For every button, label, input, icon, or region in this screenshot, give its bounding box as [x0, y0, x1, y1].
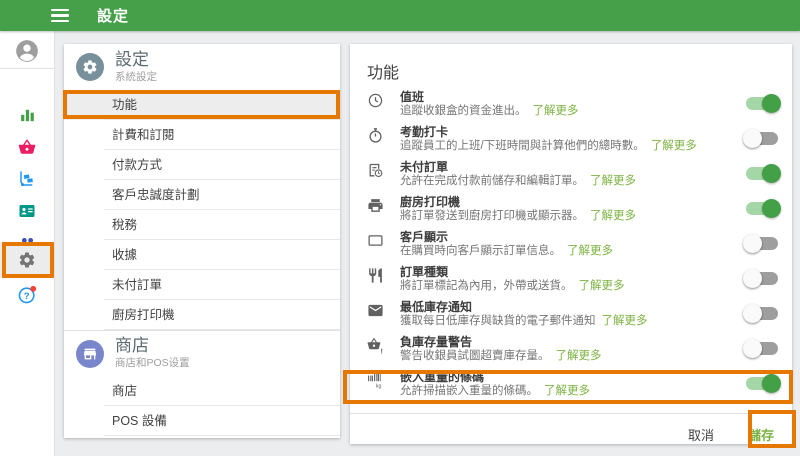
feature-desc: 獲取每日低庫存與缺貨的電子郵件通知	[400, 315, 596, 327]
basket-alert-icon: !	[367, 337, 387, 357]
cancel-button[interactable]: 取消	[686, 421, 716, 448]
menu-item-receipts[interactable]: 收據	[64, 240, 340, 270]
menu-item-pos-devices[interactable]: POS 設備	[64, 406, 340, 436]
menu-item-billing[interactable]: 計費和訂閱	[64, 120, 340, 150]
feature-title: 負庫存量警告	[400, 335, 736, 349]
learn-more-link[interactable]: 了解更多	[579, 280, 625, 292]
feature-toggle[interactable]	[746, 167, 778, 180]
features-panel-title: 功能	[350, 44, 792, 88]
feature-toggle[interactable]	[746, 202, 778, 215]
settings-menu-card: 設定 系統設定 功能 計費和訂閱 付款方式 客戶忠誠度計劃 稅務 收據 未付訂單…	[64, 44, 340, 438]
menu-item-features[interactable]: 功能	[64, 90, 340, 120]
feature-desc: 允許掃描嵌入重量的條碼。	[400, 385, 538, 397]
mail-icon	[367, 302, 387, 322]
feature-row-dining-options: 訂單種類 將訂單標記為內用，外帶或送貨。了解更多	[350, 263, 792, 298]
hamburger-menu-icon[interactable]	[51, 9, 69, 22]
stores-section-header: 商店 商店和POS设置	[64, 330, 340, 376]
menu-item-payment-types[interactable]: 付款方式	[64, 150, 340, 180]
feature-row-customer-display: 客戶顯示 在購買時向客戶顯示訂單信息。了解更多	[350, 228, 792, 263]
learn-more-link[interactable]: 了解更多	[651, 140, 697, 152]
sidebar-item-reports[interactable]	[0, 107, 54, 124]
feature-title: 最低庫存通知	[400, 300, 736, 314]
save-button[interactable]: 儲存	[746, 421, 776, 448]
feature-toggle[interactable]	[746, 272, 778, 285]
feature-toggle[interactable]	[746, 132, 778, 145]
menu-item-taxes[interactable]: 稅務	[64, 210, 340, 240]
barcode-kg-icon: kg	[367, 372, 387, 392]
sidebar-item-employees[interactable]	[0, 202, 54, 220]
sidebar-item-items[interactable]	[0, 138, 54, 156]
feature-toggle[interactable]	[746, 307, 778, 320]
page-title: 設定	[97, 5, 129, 26]
account-avatar[interactable]	[0, 38, 54, 64]
feature-desc: 警告收銀員試圖超賣庫存量。	[400, 350, 550, 362]
feature-row-shifts: 值班 追蹤收銀盒的資金進出。了解更多	[350, 88, 792, 123]
feature-title: 嵌入重量的條碼	[400, 370, 736, 384]
feature-row-time-clock: 考勤打卡 追蹤員工的上班/下班時間與計算他們的總時數。了解更多	[350, 123, 792, 158]
menu-item-loyalty[interactable]: 客戶忠誠度計劃	[64, 180, 340, 210]
learn-more-link[interactable]: 了解更多	[567, 245, 613, 257]
stores-section-title: 商店	[115, 337, 190, 355]
sidebar-item-inventory[interactable]	[0, 170, 54, 188]
sidebar-item-help[interactable]: ?	[0, 284, 54, 305]
feature-row-open-tickets: 未付訂單 允許在完成付款前儲存和編輯訂單。了解更多	[350, 158, 792, 193]
stopwatch-icon	[367, 127, 387, 147]
svg-text:kg: kg	[376, 384, 382, 389]
feature-toggle[interactable]	[746, 97, 778, 110]
feature-title: 客戶顯示	[400, 230, 736, 244]
learn-more-link[interactable]: 了解更多	[602, 315, 648, 327]
feature-desc: 在購買時向客戶顯示訂單信息。	[400, 245, 561, 257]
feature-row-embedded-barcodes: kg 嵌入重量的條碼 允許掃描嵌入重量的條碼。了解更多	[350, 368, 792, 403]
gear-icon	[18, 251, 36, 269]
learn-more-link[interactable]: 了解更多	[590, 210, 636, 222]
feature-toggle[interactable]	[746, 342, 778, 355]
svg-text:?: ?	[23, 291, 29, 302]
settings-section-icon	[76, 53, 104, 81]
menu-item-stores[interactable]: 商店	[64, 376, 340, 406]
feature-title: 廚房打印機	[400, 195, 736, 209]
settings-section-header: 設定 系統設定	[64, 44, 340, 90]
learn-more-link[interactable]: 了解更多	[556, 350, 602, 362]
sidebar-divider	[0, 68, 54, 69]
feature-toggle[interactable]	[746, 377, 778, 390]
settings-page: 設定 ?	[0, 0, 800, 456]
feature-title: 值班	[400, 90, 736, 104]
feature-row-low-stock: 最低庫存通知 獲取每日低庫存與缺貨的電子郵件通知了解更多	[350, 298, 792, 333]
feature-desc: 將訂單標記為內用，外帶或送貨。	[400, 280, 573, 292]
printer-icon	[367, 197, 387, 217]
menu-item-open-tickets[interactable]: 未付訂單	[64, 270, 340, 300]
feature-title: 訂單種類	[400, 265, 736, 279]
ticket-clock-icon	[367, 162, 387, 182]
stores-section-subtitle: 商店和POS设置	[115, 355, 190, 370]
clock-icon	[367, 92, 387, 112]
feature-desc: 追蹤員工的上班/下班時間與計算他們的總時數。	[400, 140, 645, 152]
feature-desc: 將訂單發送到廚房打印機或顯示器。	[400, 210, 584, 222]
feature-row-negative-stock: ! 負庫存量警告 警告收銀員試圖超賣庫存量。了解更多	[350, 333, 792, 368]
feature-row-kitchen-printers: 廚房打印機 將訂單發送到廚房打印機或顯示器。了解更多	[350, 193, 792, 228]
nav-sidebar: ?	[0, 31, 55, 456]
feature-title: 考勤打卡	[400, 125, 736, 139]
feature-desc: 追蹤收銀盒的資金進出。	[400, 105, 527, 117]
menu-item-kitchen-printers[interactable]: 廚房打印機	[64, 300, 340, 330]
feature-title: 未付訂單	[400, 160, 736, 174]
app-header: 設定	[0, 0, 800, 31]
features-panel: 功能 值班 追蹤收銀盒的資金進出。了解更多 考勤打卡 追蹤員工的上班/下班時間與…	[350, 44, 792, 444]
settings-section-title: 設定	[115, 51, 157, 69]
learn-more-link[interactable]: 了解更多	[533, 105, 579, 117]
feature-toggle[interactable]	[746, 237, 778, 250]
learn-more-link[interactable]: 了解更多	[590, 175, 636, 187]
learn-more-link[interactable]: 了解更多	[544, 385, 590, 397]
features-footer: 取消 儲存	[350, 413, 792, 455]
settings-section-subtitle: 系統設定	[115, 69, 157, 84]
dining-utensils-icon	[367, 267, 387, 287]
feature-desc: 允許在完成付款前儲存和編輯訂單。	[400, 175, 584, 187]
display-icon	[367, 232, 387, 252]
svg-text:!: !	[380, 347, 382, 354]
sidebar-item-settings[interactable]	[0, 242, 54, 278]
stores-section-icon	[76, 340, 104, 368]
